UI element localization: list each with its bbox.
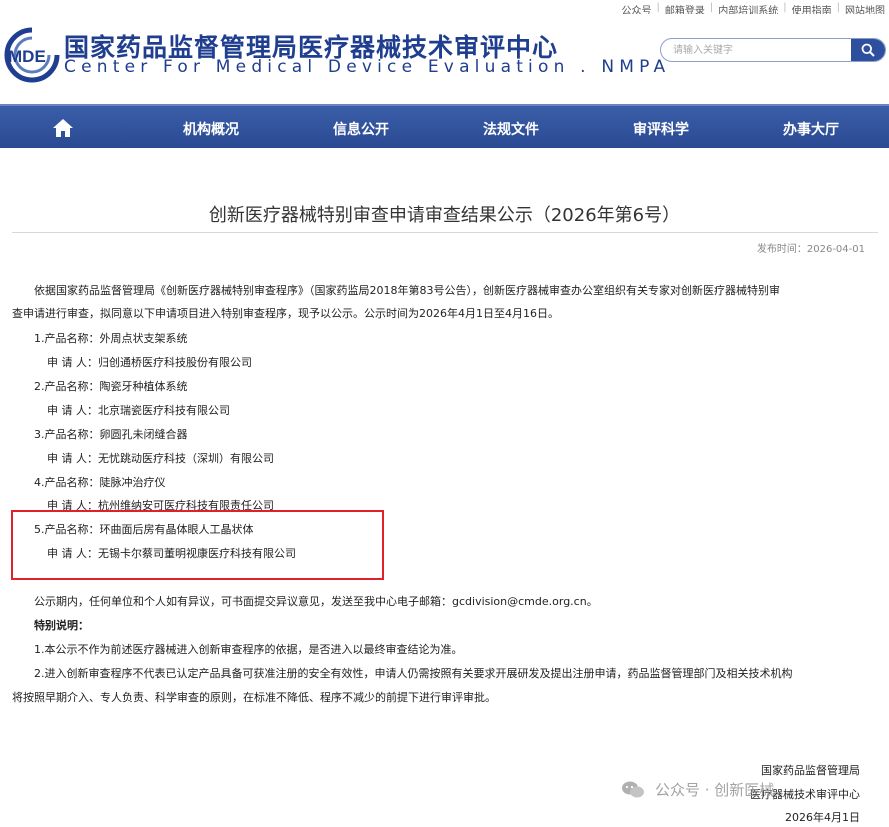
product-applicant-3: 申 请 人：无忧跳动医疗科技（深圳）有限公司 — [47, 452, 274, 465]
product-name-4: 4.产品名称：陡脉冲治疗仪 — [34, 476, 166, 489]
home-icon[interactable] — [52, 118, 74, 138]
nav-item-info-disclosure[interactable]: 信息公开 — [333, 119, 389, 139]
nav-item-regulations[interactable]: 法规文件 — [483, 119, 539, 139]
search-button[interactable] — [851, 39, 885, 61]
signature-date: 2026年4月1日 — [785, 811, 860, 824]
special-note-2-line-1: 2.进入创新审查程序不代表已认定产品具备可获准注册的安全有效性，申请人仍需按照有… — [34, 667, 793, 680]
watermark-text: 公众号 · 创新医械 — [655, 781, 775, 799]
special-notes-heading: 特别说明： — [34, 619, 89, 632]
product-name-1: 1.产品名称：外周点状支架系统 — [34, 332, 188, 345]
svg-text:MDE: MDE — [8, 47, 46, 66]
nav-item-service-hall[interactable]: 办事大厅 — [783, 119, 839, 139]
wechat-icon — [622, 781, 644, 797]
product-name-2: 2.产品名称：陶瓷牙种植体系统 — [34, 380, 188, 393]
article-title: 创新医疗器械特别审查申请审查结果公示（2026年第6号） — [208, 205, 681, 226]
product-applicant-1: 申 请 人：归创通桥医疗科技股份有限公司 — [47, 356, 252, 369]
product-name-3: 3.产品名称：卵圆孔未闭缝合器 — [34, 428, 188, 441]
search-box — [660, 38, 886, 62]
nav-item-about[interactable]: 机构概况 — [183, 119, 239, 139]
wechat-watermark: 公众号 · 创新医械 — [621, 779, 774, 800]
site-subtitle: Center For Medical Device Evaluation . N… — [64, 57, 671, 77]
site-header: MDE 国家药品监督管理局医疗器械技术审评中心 Center For Medic… — [0, 14, 889, 102]
objection-notice: 公示期内，任何单位和个人如有异议，可书面提交异议意见，发送至我中心电子邮箱：gc… — [34, 595, 598, 608]
title-divider — [12, 232, 878, 233]
intro-line-2: 查申请进行审查，拟同意以下申请项目进入特别审查程序，现予以公示。公示时间为202… — [12, 307, 559, 320]
product-applicant-2: 申 请 人：北京瑞瓷医疗科技有限公司 — [47, 404, 230, 417]
main-nav: 机构概况 信息公开 法规文件 审评科学 办事大厅 — [0, 104, 889, 148]
nav-item-review-science[interactable]: 审评科学 — [633, 119, 689, 139]
special-note-2-line-2: 将按照早期介入、专人负责、科学审查的原则，在标准不降低、程序不减少的前提下进行审… — [12, 691, 496, 704]
signature-org-1: 国家药品监督管理局 — [761, 764, 860, 777]
publish-date: 发布时间：2026-04-01 — [756, 244, 865, 255]
cmde-logo[interactable]: MDE — [2, 24, 62, 86]
search-icon — [861, 43, 875, 57]
highlight-box — [11, 510, 384, 580]
intro-line-1: 依据国家药品监督管理局《创新医疗器械特别审查程序》（国家药监局2018年第83号… — [34, 284, 780, 297]
special-note-1: 1.本公示不作为前述医疗器械进入创新审查程序的依据，是否进入以最终审查结论为准。 — [34, 643, 463, 656]
search-input[interactable] — [661, 39, 853, 61]
